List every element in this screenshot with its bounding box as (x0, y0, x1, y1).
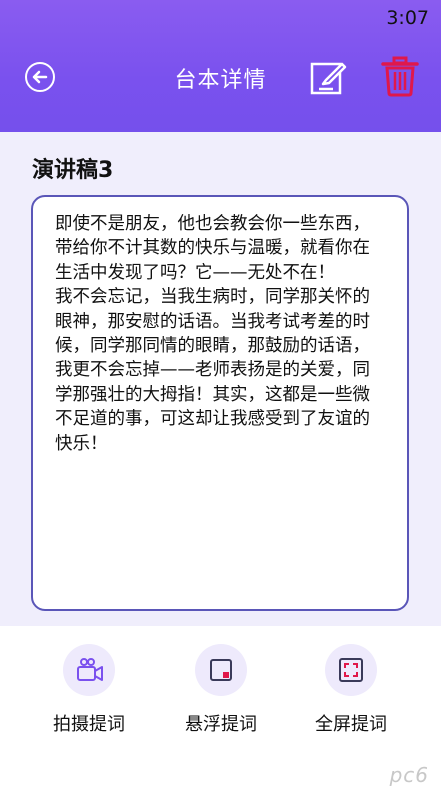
trash-icon (381, 56, 419, 97)
edit-button[interactable] (309, 59, 347, 101)
floating-prompter-label: 悬浮提词 (185, 714, 257, 735)
fullscreen-icon-circle (325, 644, 377, 696)
fullscreen-icon (339, 658, 363, 682)
header-bar: 3:07 台本详情 (0, 0, 441, 132)
floating-window-icon (210, 659, 232, 681)
status-time: 3:07 (386, 7, 429, 29)
edit-icon (310, 62, 347, 95)
camera-icon-circle (63, 644, 115, 696)
document-title: 演讲稿3 (32, 158, 114, 183)
floating-icon-circle (195, 644, 247, 696)
video-camera-icon (77, 658, 103, 681)
camera-prompter-button[interactable]: 拍摄提词 (29, 644, 149, 736)
delete-button[interactable] (381, 56, 419, 102)
page-title: 台本详情 (174, 68, 267, 93)
camera-prompter-label: 拍摄提词 (53, 714, 125, 735)
bottom-action-bar: 拍摄提词 悬浮提词 全屏提词 pc6 (0, 626, 441, 791)
floating-prompter-button[interactable]: 悬浮提词 (161, 644, 281, 736)
fullscreen-prompter-button[interactable]: 全屏提词 (291, 644, 411, 736)
script-text-box[interactable]: 即使不是朋友，他也会教会你一些东西，带给你不计其数的快乐与温暖，就看你在生活中发… (31, 195, 409, 611)
watermark: pc6 (389, 763, 429, 787)
script-text: 即使不是朋友，他也会教会你一些东西，带给你不计其数的快乐与温暖，就看你在生活中发… (55, 214, 370, 454)
fullscreen-prompter-label: 全屏提词 (315, 714, 387, 735)
